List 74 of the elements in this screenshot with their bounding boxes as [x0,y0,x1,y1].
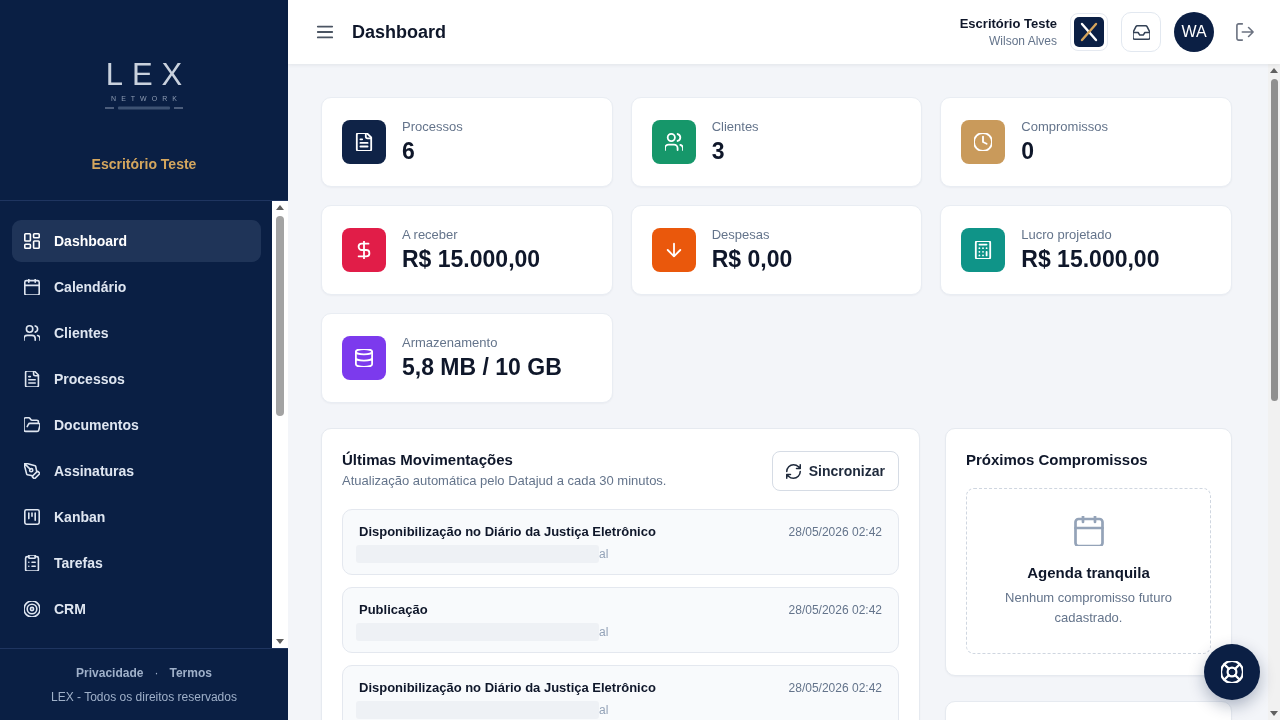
panel-title: Próximos Compromissos [966,450,1149,470]
nav-item[interactable]: Documentos [12,404,261,446]
user-avatar[interactable]: WA [1174,12,1214,52]
footer-link[interactable]: Termos [169,665,212,681]
panel-subtitle: Atualização automática pelo Datajud a cada 30 minutos. [342,472,667,490]
logo-rule-icon [105,106,183,110]
lifebuoy-icon [1221,661,1243,683]
menu-icon [316,23,334,41]
panel-title: Últimas Movimentações [342,450,514,470]
stat-value: R$ 15.000,00 [1021,245,1160,274]
clipboard-list-icon [24,555,40,571]
nav-item[interactable]: Assinaturas [12,450,261,492]
logout-button[interactable] [1234,21,1256,43]
movement-date: 28/05/2026 02:42 [788,680,882,697]
target-icon [24,601,40,617]
separator-dot: · [154,665,159,681]
sync-button[interactable]: Sincronizar [771,451,899,491]
movement-title: Publicação [359,601,428,619]
inbox-button[interactable] [1121,12,1161,52]
user-name: Wilson Alves [987,33,1057,49]
scrollbar[interactable] [272,201,288,648]
scrollbar-thumb[interactable] [276,216,284,416]
scrollbar[interactable] [1268,64,1280,720]
office-name: Escritório Teste [959,15,1057,33]
stat-value: R$ 0,00 [711,245,793,274]
triangle-up-icon [1270,68,1278,73]
office-name: Escritório Teste [91,155,197,174]
stat-value: R$ 15.000,00 [402,245,541,274]
nav-item[interactable]: Clientes [12,312,261,354]
copyright-text: LEX - Todos os direitos reservados [51,689,237,705]
nav-item[interactable]: Kanban [12,496,261,538]
nav-item[interactable]: Processos [12,358,261,400]
stat-label: Lucro projetado [1021,226,1113,244]
scrollbar-thumb[interactable] [1270,79,1278,401]
users-icon [24,325,40,341]
inbox-icon [1132,23,1150,41]
stat-value: 6 [402,137,416,166]
kanban-board-icon [24,509,40,525]
movement-title: Disponibilização no Diário da Justiça Eletrônico [359,523,656,541]
stat-value: 3 [711,137,726,166]
x-logo-icon [1074,17,1104,47]
empty-state-title: Agenda tranquila [1027,563,1150,583]
stat-label: Despesas [711,226,771,244]
logout-icon [1236,23,1254,41]
dashboard-grid-icon [24,233,40,249]
movement-detail: al [599,546,609,563]
folder-icon [24,417,40,433]
stat-label: A receber [402,226,459,244]
stat-label: Clientes [711,118,759,136]
stat-label: Armazenamento [402,334,499,352]
nav-item[interactable]: Tarefas [12,542,261,584]
pen-nib-icon [24,463,40,479]
nav-item[interactable]: CRM [12,588,261,630]
movement-title: Disponibilização no Diário da Justiça Eletrônico [359,679,656,697]
calendar-icon [1073,516,1104,546]
calendar-icon [24,279,40,295]
page-title: Dashboard [352,21,447,43]
stat-label: Processos [402,118,463,136]
stat-value: 5,8 MB / 10 GB [402,353,562,382]
stat-label: Compromissos [1021,118,1108,136]
footer-link[interactable]: Privacidade [76,665,144,681]
app-logo-button[interactable] [1070,13,1108,51]
movement-date: 28/05/2026 02:42 [788,524,882,541]
logo-wordmark: LEX [105,60,192,90]
movement-detail: al [599,624,609,641]
empty-state-text: Nenhum compromisso futuro cadastrado. [1004,589,1173,627]
triangle-down-icon [1270,711,1278,716]
movement-date: 28/05/2026 02:42 [788,602,882,619]
refresh-icon [785,463,801,479]
movement-detail: al [599,702,609,719]
stat-value: 0 [1021,137,1036,166]
nav-item[interactable]: Dashboard [12,220,261,262]
document-icon [24,371,40,387]
nav-item[interactable]: Calendário [12,266,261,308]
